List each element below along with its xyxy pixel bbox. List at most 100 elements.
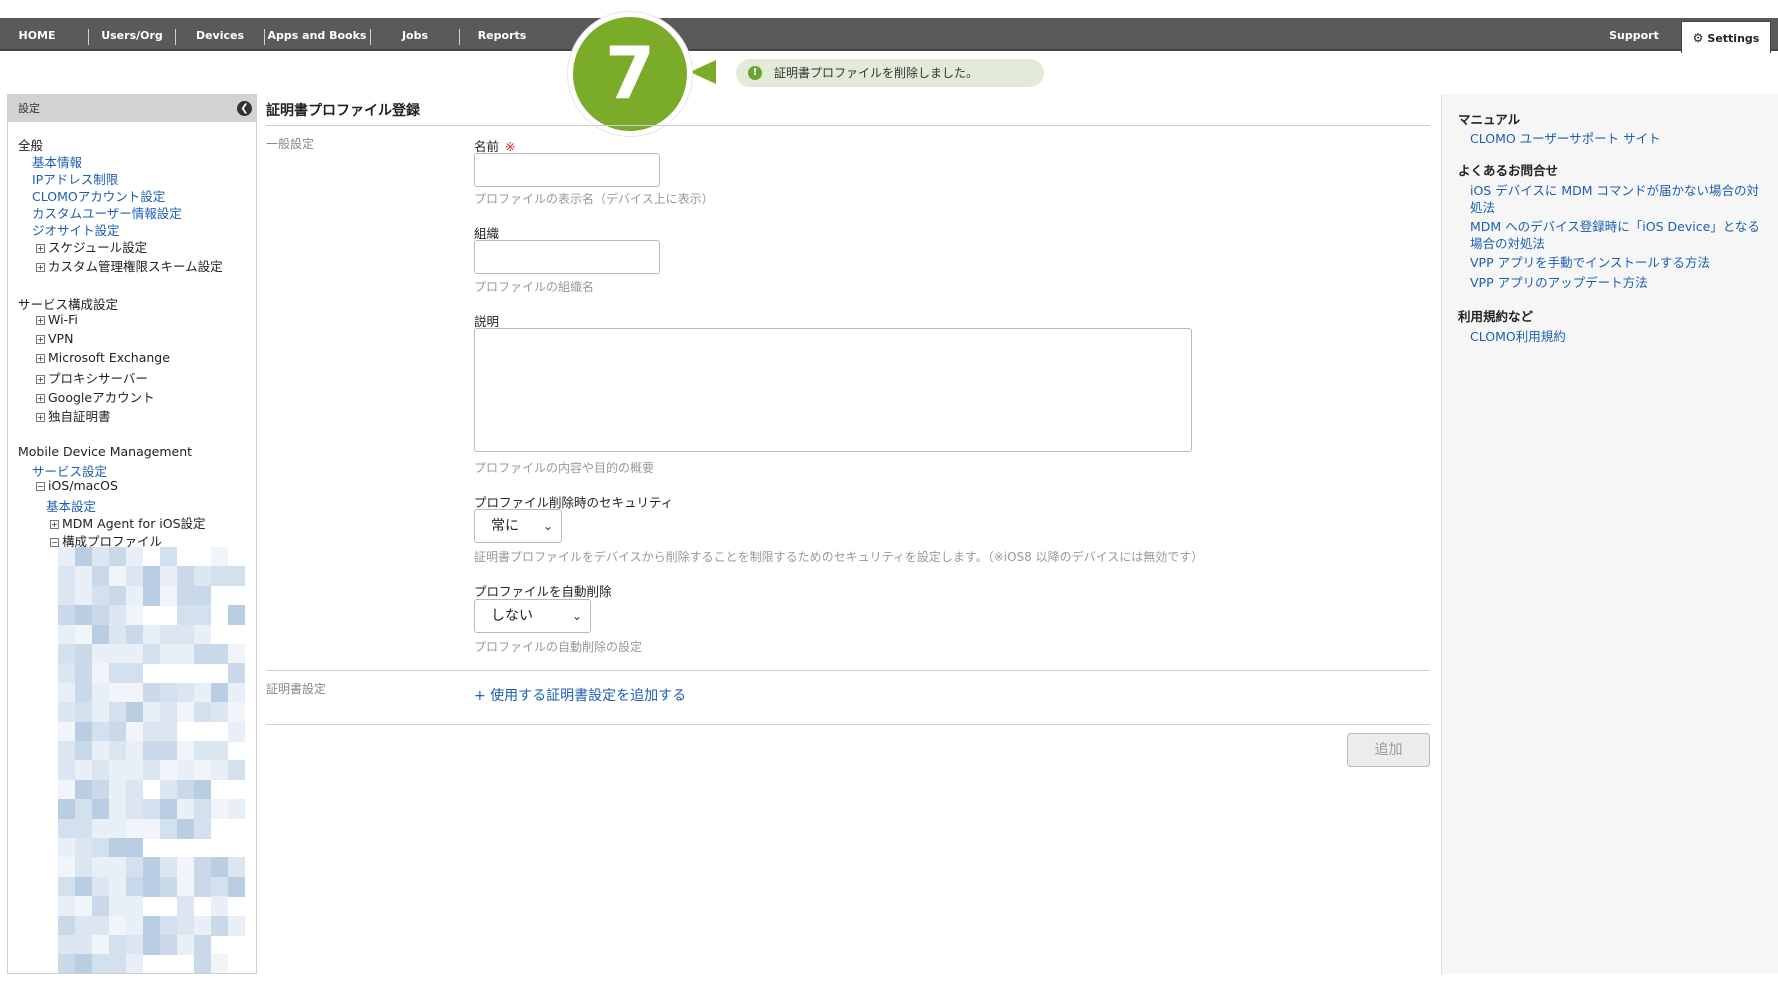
redaction-pixel [143, 857, 160, 878]
nav-apps-and-books[interactable]: Apps and Books [265, 18, 369, 51]
manual-support-link[interactable]: CLOMO ユーザーサポート サイト [1470, 130, 1770, 147]
sidebar-item-proxy[interactable]: + プロキシサーバー [36, 368, 148, 387]
redaction-pixel [194, 585, 211, 606]
security-select[interactable]: 常に ⌄ [474, 509, 562, 543]
redaction-pixel [160, 702, 177, 723]
expand-plus-icon: + [36, 375, 45, 384]
sidebar-item-wifi[interactable]: + Wi-Fi [36, 312, 78, 327]
faq-link-mdm-command[interactable]: iOS デバイスに MDM コマンドが届かない場合の対処法 [1470, 182, 1770, 216]
redaction-pixel [109, 915, 126, 936]
nav-users-org[interactable]: Users/Org [89, 18, 175, 51]
redaction-pixel [143, 915, 160, 936]
expand-plus-icon: + [36, 335, 45, 344]
faq-link-vpp-update[interactable]: VPP アプリのアップデート方法 [1470, 274, 1770, 291]
redaction-pixel [143, 585, 160, 606]
redaction-pixel [75, 954, 92, 973]
redaction-pixel [92, 605, 109, 626]
cert-section-label: 証明書設定 [266, 682, 327, 696]
redaction-pixel [160, 779, 177, 800]
auto-delete-select[interactable]: しない ⌄ [474, 599, 591, 633]
sidebar-item-custom-permission[interactable]: + カスタム管理権限スキーム設定 [36, 256, 223, 275]
redaction-pixel [211, 741, 228, 761]
redaction-pixel [228, 566, 245, 587]
nav-settings-tab[interactable]: ⚙ Settings [1681, 21, 1771, 53]
redaction-pixel [177, 644, 194, 664]
page-title: 証明書プロファイル登録 [266, 103, 420, 119]
faq-link-vpp-install[interactable]: VPP アプリを手動でインストールする方法 [1470, 254, 1770, 271]
nav-reports[interactable]: Reports [460, 18, 544, 51]
redaction-pixel [109, 605, 126, 626]
redaction-pixel [75, 896, 92, 917]
redaction-pixel [177, 605, 194, 626]
redaction-pixel [194, 779, 211, 800]
nav-home[interactable]: HOME [0, 18, 74, 51]
terms-link[interactable]: CLOMO利用規約 [1470, 328, 1770, 345]
collapse-arrow-icon[interactable]: ❮ [237, 101, 252, 116]
redaction-pixel [143, 721, 160, 742]
redaction-pixel [126, 760, 143, 781]
redaction-pixel [143, 818, 160, 839]
redaction-pixel [160, 644, 177, 664]
redaction-pixel [58, 799, 75, 820]
redaction-pixel [58, 682, 75, 703]
expand-plus-icon: + [36, 413, 45, 422]
redaction-pixel [58, 896, 75, 917]
redaction-pixel [75, 624, 92, 645]
redaction-pixel [58, 779, 75, 800]
expand-plus-icon: + [36, 244, 45, 253]
redaction-pixel [75, 741, 92, 761]
redaction-pixel [143, 644, 160, 664]
redaction-pixel [58, 702, 75, 723]
redaction-pixel [75, 663, 92, 684]
redaction-pixel [126, 721, 143, 742]
chevron-down-icon: ⌄ [542, 519, 553, 533]
redaction-pixel [75, 779, 92, 800]
faq-link-ios-device[interactable]: MDM へのデバイス登録時に「iOS Device」となる場合の対処法 [1470, 218, 1770, 252]
redaction-pixel [92, 876, 109, 897]
description-textarea[interactable] [474, 328, 1192, 452]
redaction-pixel [92, 702, 109, 723]
redaction-pixel [75, 585, 92, 606]
redaction-pixel [109, 760, 126, 781]
nav-jobs[interactable]: Jobs [371, 18, 459, 51]
redaction-pixel [177, 935, 194, 955]
add-submit-button[interactable]: 追加 [1347, 733, 1430, 767]
redaction-pixel [92, 818, 109, 839]
redaction-pixel [160, 585, 177, 606]
redaction-pixel [177, 585, 194, 606]
redaction-pixel [92, 741, 109, 761]
redaction-pixel [126, 818, 143, 839]
org-input[interactable] [474, 240, 660, 274]
nav-support[interactable]: Support [1594, 18, 1674, 51]
redaction-pixel [109, 838, 126, 858]
sidebar-item-custom-cert[interactable]: + 独自証明書 [36, 406, 111, 425]
sidebar-item-schedule[interactable]: + スケジュール設定 [36, 237, 147, 256]
redaction-pixel [109, 876, 126, 897]
redaction-pixel [194, 624, 211, 645]
redaction-pixel [92, 585, 109, 606]
nav-devices[interactable]: Devices [176, 18, 264, 51]
name-input[interactable] [474, 153, 660, 187]
redaction-pixel [92, 760, 109, 781]
redaction-pixel [194, 799, 211, 820]
redaction-pixel [126, 857, 143, 878]
sidebar-item-mdm-agent[interactable]: + MDM Agent for iOS設定 [50, 513, 206, 532]
redaction-pixel [109, 779, 126, 800]
redaction-pixel [75, 721, 92, 742]
add-certificate-link[interactable]: + 使用する証明書設定を追加する [474, 685, 686, 705]
sidebar-item-exchange[interactable]: + Microsoft Exchange [36, 350, 170, 365]
redaction-pixel [160, 915, 177, 936]
redaction-pixel [228, 663, 245, 684]
redaction-pixel [211, 760, 228, 781]
redaction-pixel [194, 566, 211, 587]
sidebar-item-vpn[interactable]: + VPN [36, 331, 73, 346]
redaction-pixel [109, 566, 126, 587]
redaction-pixel [126, 935, 143, 955]
sidebar-item-ios-macos[interactable]: − iOS/macOS [36, 478, 118, 493]
general-section-label: 一般設定 [266, 137, 315, 151]
collapse-minus-icon: − [36, 482, 45, 491]
sidebar-item-google-account[interactable]: + Googleアカウント [36, 387, 155, 406]
redaction-pixel [177, 741, 194, 761]
redaction-pixel [126, 876, 143, 897]
redaction-pixel [143, 624, 160, 645]
